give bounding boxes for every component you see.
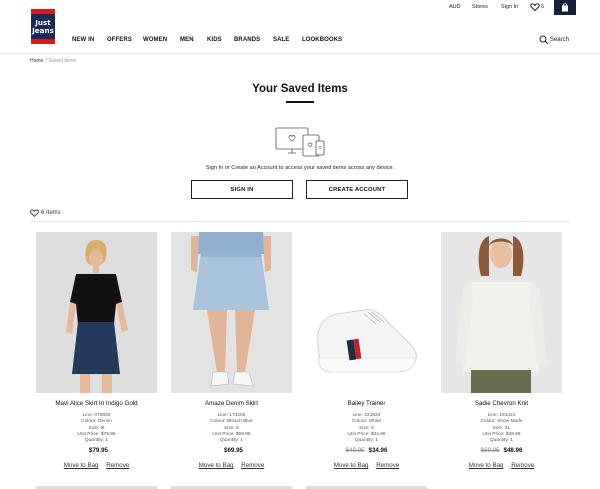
heart-icon bbox=[30, 209, 39, 217]
product-actions: Move to Bag Remove bbox=[36, 462, 157, 469]
title-underline bbox=[286, 101, 314, 103]
sign-in-button[interactable]: SIGN IN bbox=[191, 180, 293, 199]
product-current-price: $48.96 bbox=[503, 447, 523, 455]
product-image[interactable] bbox=[441, 232, 562, 393]
product-actions: Move to Bag Remove bbox=[171, 462, 292, 469]
product-name[interactable]: Amaze Denim Skirt bbox=[171, 400, 292, 407]
product-current-price: $69.95 bbox=[224, 447, 243, 455]
sign-in-link[interactable]: Sign In bbox=[501, 4, 518, 10]
product-quantity: Quantity: 1 bbox=[219, 438, 244, 444]
product-card: Bailey Trainer Line: 221634 Colour: Whit… bbox=[306, 232, 427, 469]
product-image[interactable] bbox=[36, 232, 157, 393]
move-to-bag-link[interactable]: Move to Bag bbox=[64, 462, 99, 469]
product-price: $49.95 $34.96 bbox=[306, 447, 427, 454]
breadcrumb: Home / Saved Items bbox=[30, 58, 77, 64]
items-divider bbox=[30, 221, 570, 222]
logo-line-2: Jeans bbox=[32, 25, 54, 35]
currency-selector[interactable]: AUD bbox=[449, 4, 461, 10]
product-card: Mavi Alice Skirt In Indigo Gold Line: 07… bbox=[36, 232, 157, 469]
move-to-bag-link[interactable]: Move to Bag bbox=[469, 462, 504, 469]
nav-brands[interactable]: BRANDS bbox=[234, 37, 260, 43]
breadcrumb-home[interactable]: Home bbox=[30, 58, 43, 64]
product-meta: Line: 070830 Colour: Denim Size: M Unit … bbox=[36, 413, 157, 444]
product-name[interactable]: Mavi Alice Skirt In Indigo Gold bbox=[36, 400, 157, 407]
breadcrumb-current: Saved Items bbox=[48, 58, 77, 64]
wishlist-heart-icon[interactable] bbox=[530, 3, 540, 11]
bag-icon bbox=[562, 3, 568, 12]
move-to-bag-link[interactable]: Move to Bag bbox=[199, 462, 234, 469]
product-photo bbox=[36, 232, 157, 393]
items-count-label: 6 Items bbox=[41, 210, 61, 216]
product-old-price: $49.95 bbox=[345, 447, 365, 455]
product-image[interactable] bbox=[306, 232, 427, 393]
remove-link[interactable]: Remove bbox=[511, 462, 534, 469]
move-to-bag-link[interactable]: Move to Bag bbox=[334, 462, 369, 469]
product-actions: Move to Bag Remove bbox=[441, 462, 562, 469]
remove-link[interactable]: Remove bbox=[376, 462, 399, 469]
bag-button[interactable] bbox=[554, 0, 576, 15]
logo-text: Just Jeans bbox=[31, 14, 55, 39]
nav-men[interactable]: MEN bbox=[180, 37, 194, 43]
product-current-price: $34.96 bbox=[368, 447, 388, 455]
product-photo bbox=[441, 232, 562, 393]
product-old-price: $69.95 bbox=[480, 447, 500, 455]
just-jeans-logo[interactable]: Just Jeans bbox=[31, 9, 55, 44]
product-quantity: Quantity: 1 bbox=[84, 438, 109, 444]
search-label: Search bbox=[550, 37, 570, 43]
header-divider bbox=[0, 53, 600, 54]
remove-link[interactable]: Remove bbox=[241, 462, 264, 469]
product-meta: Line: 174255 Colour: Bleach Blue Size: 8… bbox=[171, 413, 292, 444]
stores-link[interactable]: Stores bbox=[472, 4, 488, 10]
product-price: $69.95 $48.96 bbox=[441, 447, 562, 454]
page-title: Your Saved Items bbox=[252, 83, 348, 95]
search-icon bbox=[539, 35, 549, 45]
product-photo bbox=[171, 232, 292, 393]
nav-lookbooks[interactable]: LOOKBOOKS bbox=[302, 37, 342, 43]
product-current-price: $79.95 bbox=[89, 447, 108, 455]
product-quantity: Quantity: 1 bbox=[354, 438, 379, 444]
breadcrumb-separator: / bbox=[45, 58, 47, 64]
product-photo bbox=[306, 232, 427, 393]
product-price: $69.95 bbox=[171, 447, 292, 454]
wishlist-count: 6 bbox=[541, 4, 545, 10]
product-name[interactable]: Sadie Chevron Knit bbox=[441, 400, 562, 407]
product-meta: Line: 191424 Colour: Snow Marle Size: XL… bbox=[441, 413, 562, 444]
product-actions: Move to Bag Remove bbox=[306, 462, 427, 469]
product-meta: Line: 221634 Colour: White Size: 9 Unit … bbox=[306, 413, 427, 444]
product-name[interactable]: Bailey Trainer bbox=[306, 400, 427, 407]
nav-kids[interactable]: KIDS bbox=[207, 37, 222, 43]
product-card: Amaze Denim Skirt Line: 174255 Colour: B… bbox=[171, 232, 292, 469]
nav-women[interactable]: WOMEN bbox=[143, 37, 167, 43]
remove-link[interactable]: Remove bbox=[106, 462, 129, 469]
product-price: $79.95 bbox=[36, 447, 157, 454]
nav-sale[interactable]: SALE bbox=[273, 37, 289, 43]
product-image[interactable] bbox=[171, 232, 292, 393]
nav-new-in[interactable]: NEW IN bbox=[72, 37, 94, 43]
create-account-button[interactable]: CREATE ACCOUNT bbox=[306, 180, 408, 199]
sign-in-prompt: Sign In or Create an Account to access y… bbox=[205, 165, 395, 171]
product-quantity: Quantity: 1 bbox=[489, 438, 514, 444]
nav-offers[interactable]: OFFERS bbox=[107, 37, 132, 43]
product-card: Sadie Chevron Knit Line: 191424 Colour: … bbox=[441, 232, 562, 469]
devices-icon bbox=[275, 127, 325, 157]
utility-bar: AUD Stores Sign In 6 bbox=[0, 0, 600, 15]
